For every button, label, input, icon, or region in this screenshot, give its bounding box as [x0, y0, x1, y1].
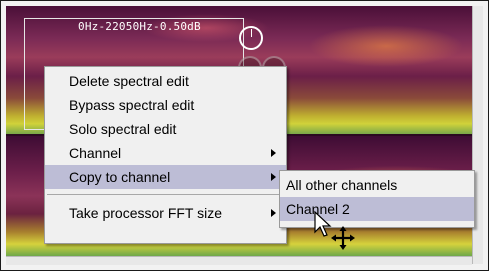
menu-item-label: Delete spectral edit [69, 73, 189, 89]
frequency-range-label: 0Hz-22050Hz-0.50dB [78, 20, 201, 33]
submenu-item-all-other-channels[interactable]: All other channels [280, 173, 474, 197]
menu-item-copy-to-channel[interactable]: Copy to channel [45, 165, 286, 189]
horizontal-scrollbar[interactable] [6, 256, 472, 265]
copy-to-channel-submenu: All other channels Channel 2 [279, 170, 475, 228]
menu-item-label: Bypass spectral edit [69, 97, 195, 113]
menu-item-delete-spectral-edit[interactable]: Delete spectral edit [45, 69, 286, 93]
submenu-arrow-icon [271, 209, 276, 217]
menu-item-bypass-spectral-edit[interactable]: Bypass spectral edit [45, 93, 286, 117]
menu-item-label: Copy to channel [69, 169, 171, 185]
spectral-edit-gain-knob-icon[interactable] [239, 26, 263, 50]
submenu-arrow-icon [271, 149, 276, 157]
mouse-pointer-move-icon [314, 210, 355, 250]
menu-item-channel[interactable]: Channel [45, 141, 286, 165]
menu-item-label: All other channels [286, 177, 398, 193]
menu-item-label: Take processor FFT size [69, 205, 223, 221]
menu-item-label: Channel [69, 145, 122, 161]
menu-item-take-processor-fft-size[interactable]: Take processor FFT size [45, 201, 286, 225]
menu-separator [47, 194, 284, 195]
submenu-arrow-icon [271, 173, 276, 181]
spectral-edit-context-menu: Delete spectral edit Bypass spectral edi… [44, 66, 287, 244]
menu-item-solo-spectral-edit[interactable]: Solo spectral edit [45, 117, 286, 141]
submenu-item-channel-2[interactable]: Channel 2 [280, 197, 474, 221]
menu-item-label: Solo spectral edit [69, 121, 177, 137]
